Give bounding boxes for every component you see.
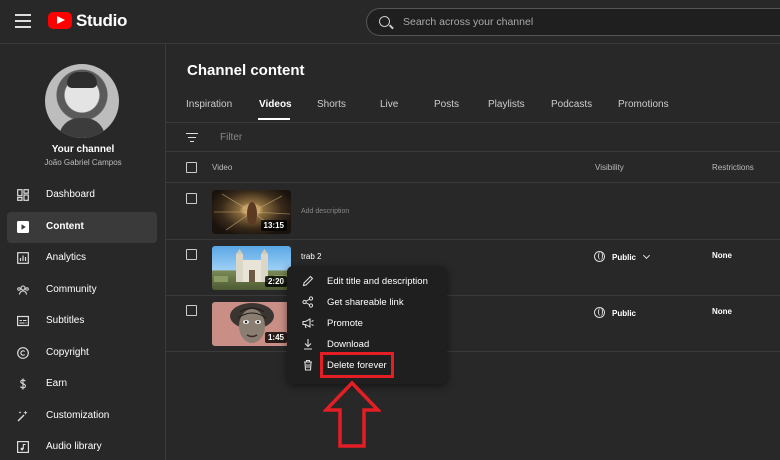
table-row[interactable]: 13:15 Add description: [166, 184, 780, 240]
content-icon: [17, 220, 29, 233]
copyright-icon: [17, 346, 29, 359]
active-tab-underline: [258, 118, 290, 120]
trash-icon: [302, 359, 314, 371]
column-header-video[interactable]: Video: [212, 163, 232, 172]
search-icon[interactable]: [379, 16, 390, 27]
menu-item-label: Get shareable link: [327, 297, 404, 308]
sidebar-item-label: Dashboard: [46, 189, 95, 200]
sidebar-item-customization[interactable]: Customization: [7, 401, 157, 433]
filter-bar[interactable]: Filter: [166, 124, 780, 152]
menu-item-promote[interactable]: Promote: [287, 313, 447, 333]
restrictions-value: None: [712, 307, 732, 316]
annotation-arrow-icon: [323, 380, 381, 448]
visibility-label: Public: [612, 309, 637, 318]
video-duration: 2:20: [264, 276, 287, 287]
subtitles-icon: [17, 315, 30, 327]
sidebar-item-label: Analytics: [46, 252, 87, 263]
sidebar-item-label: Earn: [46, 378, 68, 389]
channel-title: Your channel: [51, 144, 115, 155]
video-thumbnail[interactable]: 1:45: [212, 302, 291, 346]
hamburger-menu-icon[interactable]: [15, 14, 31, 28]
menu-item-download[interactable]: Download: [287, 334, 447, 354]
menu-item-label: Promote: [327, 318, 363, 329]
sidebar-item-label: Copyright: [46, 346, 89, 358]
channel-avatar[interactable]: [45, 64, 119, 138]
top-bar: Studio: [0, 0, 780, 44]
sidebar-item-label: Customization: [46, 409, 110, 421]
sidebar-item-analytics[interactable]: Analytics: [7, 243, 157, 275]
main-content: Channel content Inspiration Videos Short…: [166, 44, 780, 460]
sidebar-item-copyright[interactable]: Copyright: [7, 338, 157, 370]
sidebar-item-label: Content: [46, 220, 84, 232]
filter-icon[interactable]: [186, 133, 198, 143]
sidebar-item-community[interactable]: Community: [7, 275, 157, 307]
menu-item-edit-title[interactable]: Edit title and description: [287, 271, 447, 291]
column-header-restrictions[interactable]: Restrictions: [712, 163, 754, 172]
tab-promotions[interactable]: Promotions: [618, 99, 669, 110]
tab-live[interactable]: Live: [380, 99, 398, 110]
pencil-icon: [302, 275, 314, 287]
youtube-logo-icon[interactable]: [48, 12, 72, 29]
column-header-visibility[interactable]: Visibility: [595, 163, 624, 172]
video-thumbnail[interactable]: 2:20: [212, 246, 291, 290]
video-description[interactable]: Add description: [301, 208, 349, 215]
studio-logo-text[interactable]: Studio: [76, 11, 127, 31]
menu-item-get-link[interactable]: Get shareable link: [287, 292, 447, 312]
sidebar-item-earn[interactable]: Earn: [7, 369, 157, 401]
tab-inspiration[interactable]: Inspiration: [186, 99, 232, 110]
chevron-down-icon[interactable]: [642, 251, 651, 260]
delete-highlight-box: [320, 352, 394, 378]
row-checkbox[interactable]: [186, 249, 197, 260]
row-checkbox[interactable]: [186, 305, 197, 316]
analytics-icon: [17, 252, 29, 264]
sidebar-item-subtitles[interactable]: Subtitles: [7, 306, 157, 338]
sidebar-item-dashboard[interactable]: Dashboard: [7, 180, 157, 212]
visibility-label: Public: [612, 253, 637, 262]
select-all-checkbox[interactable]: [186, 162, 197, 173]
tab-playlists[interactable]: Playlists: [488, 99, 525, 110]
audio-library-icon: [17, 441, 30, 454]
sidebar-item-label: Community: [46, 283, 97, 295]
sidebar-item-content[interactable]: Content: [7, 211, 157, 243]
tab-shorts[interactable]: Shorts: [317, 99, 346, 110]
video-title[interactable]: trab 2: [301, 252, 321, 261]
table-row[interactable]: 2:20 trab 2 Public None: [166, 240, 780, 296]
restrictions-value: None: [712, 251, 732, 260]
megaphone-icon: [302, 317, 314, 329]
tab-posts[interactable]: Posts: [434, 99, 459, 110]
share-icon: [302, 296, 314, 308]
video-duration: 1:45: [264, 332, 287, 343]
filter-input[interactable]: Filter: [220, 132, 242, 143]
table-header: Video Visibility Restrictions: [166, 153, 780, 183]
row-checkbox[interactable]: [186, 193, 197, 204]
visibility-dropdown[interactable]: Public: [594, 251, 651, 262]
table-row[interactable]: 1:45 Public None: [166, 296, 780, 352]
visibility-status[interactable]: Public: [594, 307, 636, 318]
video-thumbnail[interactable]: 13:15: [212, 190, 291, 234]
globe-icon: [594, 307, 605, 318]
menu-item-label: Download: [327, 339, 370, 350]
search-input[interactable]: [403, 9, 763, 35]
customization-icon: [17, 410, 29, 422]
globe-icon: [594, 251, 605, 262]
menu-item-label: Edit title and description: [327, 276, 428, 287]
video-duration: 13:15: [260, 220, 287, 231]
tab-podcasts[interactable]: Podcasts: [551, 99, 592, 110]
sidebar: Your channel João Gabriel Campos Dashboa…: [0, 44, 166, 460]
sidebar-item-audio-library[interactable]: Audio library: [7, 432, 157, 460]
tab-videos[interactable]: Videos: [259, 99, 292, 110]
dashboard-icon: [17, 189, 29, 201]
sidebar-item-label: Audio library: [46, 441, 102, 452]
community-icon: [17, 284, 29, 296]
sidebar-item-label: Subtitles: [46, 315, 85, 326]
earn-icon: [17, 378, 29, 390]
channel-name: João Gabriel Campos: [44, 158, 122, 167]
page-title: Channel content: [187, 62, 305, 79]
search-bar[interactable]: [366, 8, 780, 36]
sidebar-nav: Dashboard Content Analytics Community Su…: [7, 180, 157, 460]
download-icon: [302, 338, 314, 350]
